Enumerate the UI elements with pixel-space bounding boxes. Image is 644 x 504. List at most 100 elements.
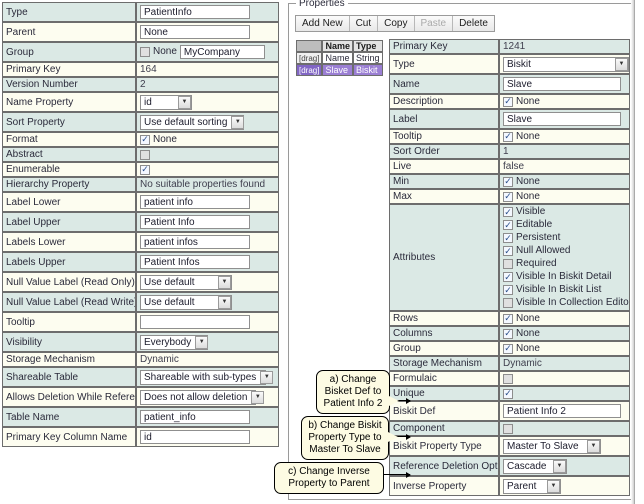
def-label-lower-value-cell[interactable]: patient info	[136, 192, 279, 212]
delete-button[interactable]: Delete	[453, 16, 494, 31]
visible-checkbox[interactable]: ✓	[503, 207, 513, 217]
def-allows-deletion-while-referenced-value-cell[interactable]: Does not allow deletion ▼	[136, 387, 279, 407]
add-new-button[interactable]: Add New	[296, 16, 350, 31]
prop-label-input[interactable]: Slave	[503, 112, 621, 126]
prop-biskit-property-type-select[interactable]: Master To Slave ▼	[503, 438, 601, 454]
def-primary-key-column-name-value-cell[interactable]: id	[136, 427, 279, 447]
chevron-down-icon[interactable]: ▼	[251, 390, 265, 404]
prop-formulaic-checkbox[interactable]	[503, 373, 513, 384]
null-allowed-checkbox[interactable]: ✓	[503, 246, 513, 256]
prop-max-value-cell[interactable]: ✓ None	[499, 189, 630, 204]
def-tooltip-input[interactable]	[140, 315, 250, 329]
prop-component-checkbox[interactable]	[503, 423, 513, 434]
property-list-table[interactable]: Name Type [drag] Name String [drag] Slave Biski…	[296, 40, 383, 76]
chevron-down-icon[interactable]: ▼	[587, 439, 600, 453]
prop-description-value-cell[interactable]: ✓ None	[499, 94, 630, 109]
prop-min-value-cell[interactable]: ✓ None	[499, 174, 630, 189]
property-list-row[interactable]: [drag] Slave Biskit	[296, 64, 383, 76]
def-null-value-label-read-write-value-cell[interactable]: Use default ▼	[136, 292, 279, 312]
def-name-property-value-cell[interactable]: id ▼	[136, 92, 279, 112]
prop-rows-checkbox[interactable]: ✓	[503, 313, 513, 324]
prop-name-value-cell[interactable]: Slave	[499, 74, 630, 94]
def-null-value-label-read-only-select[interactable]: Use default ▼	[140, 274, 232, 290]
def-sort-property-select[interactable]: Use default sorting ▼	[140, 114, 245, 130]
prop-attributes-item[interactable]: ✓ Editable	[503, 219, 626, 231]
prop-inverse-property-value-cell[interactable]: Parent ▼	[499, 476, 630, 496]
def-version-number-value-cell[interactable]: 2	[136, 77, 279, 92]
prop-reference-deletion-option-select[interactable]: Cascade ▼	[503, 458, 567, 474]
prop-attributes-item[interactable]: ✓ Visible	[503, 206, 626, 218]
prop-columns-checkbox[interactable]: ✓	[503, 328, 513, 339]
def-tooltip-value-cell[interactable]	[136, 312, 279, 332]
def-group-checkbox[interactable]	[140, 47, 150, 57]
def-parent-value-cell[interactable]: None	[136, 22, 279, 42]
def-primary-key-column-name-input[interactable]: id	[140, 430, 250, 444]
chevron-down-icon[interactable]: ▼	[195, 335, 209, 349]
cut-button[interactable]: Cut	[349, 16, 379, 31]
prop-attributes-item[interactable]: ✓ Visible In Biskit Detail	[503, 271, 626, 283]
prop-attributes-item[interactable]: ✓ Visible In Biskit List	[503, 284, 626, 296]
def-labels-upper-input[interactable]: Patient Infos	[140, 255, 250, 269]
chevron-down-icon[interactable]: ▼	[553, 459, 566, 473]
drag-handle-icon[interactable]: [drag]	[296, 52, 323, 64]
visible-in-biskit-list-checkbox[interactable]: ✓	[503, 285, 513, 295]
def-hierarchy-property-value-cell[interactable]: No suitable properties found	[136, 177, 279, 192]
prop-attributes-item[interactable]: Visible In Collection Editor	[503, 297, 629, 309]
chevron-down-icon[interactable]: ▼	[260, 370, 274, 384]
prop-inverse-property-select[interactable]: Parent ▼	[503, 478, 561, 494]
def-group-input[interactable]: MyCompany	[179, 45, 265, 59]
def-allows-deletion-while-referenced-select[interactable]: Does not allow deletion ▼	[140, 389, 265, 405]
property-list-cell-type[interactable]: String	[352, 52, 383, 64]
prop-biskit-property-type-value-cell[interactable]: Master To Slave ▼	[499, 436, 630, 456]
prop-biskit-def-value-cell[interactable]: Patient Info 2	[499, 401, 630, 421]
def-primary-key-value-cell[interactable]: 164	[136, 62, 279, 77]
prop-group-checkbox[interactable]: ✓	[503, 343, 513, 354]
visible-in-collection-editor-checkbox[interactable]	[503, 298, 513, 308]
property-list-header-name[interactable]: Name	[322, 40, 353, 52]
def-label-upper-value-cell[interactable]: Patient Info	[136, 212, 279, 232]
prop-component-value-cell[interactable]	[499, 421, 630, 436]
prop-type-value-cell[interactable]: Biskit ▼	[499, 54, 630, 74]
property-list-row[interactable]: [drag] Name String	[296, 52, 383, 64]
prop-formulaic-value-cell[interactable]	[499, 371, 630, 386]
def-label-upper-input[interactable]: Patient Info	[140, 215, 250, 229]
prop-primary-key-value-cell[interactable]: 1241	[499, 39, 630, 54]
def-abstract-value-cell[interactable]	[136, 147, 279, 162]
prop-type-select[interactable]: Biskit ▼	[503, 56, 629, 72]
def-table-name-input[interactable]: patient_info	[140, 410, 250, 424]
def-storage-mechanism-value-cell[interactable]: Dynamic	[136, 352, 279, 367]
def-labels-lower-input[interactable]: patient infos	[140, 235, 250, 249]
prop-sort-order-value-cell[interactable]: 1	[499, 144, 630, 159]
def-enumerable-value-cell[interactable]: ✓	[136, 162, 279, 177]
prop-rows-value-cell[interactable]: ✓ None	[499, 311, 630, 326]
prop-attributes-item[interactable]: ✓ Null Allowed	[503, 245, 626, 257]
def-visibility-value-cell[interactable]: Everybody ▼	[136, 332, 279, 352]
prop-tooltip-value-cell[interactable]: ✓ None	[499, 129, 630, 144]
chevron-down-icon[interactable]: ▼	[615, 57, 628, 71]
prop-live-value-cell[interactable]: false	[499, 159, 630, 174]
prop-biskit-def-input[interactable]: Patient Info 2	[503, 404, 621, 418]
prop-reference-deletion-option-value-cell[interactable]: Cascade ▼	[499, 456, 630, 476]
prop-description-checkbox[interactable]: ✓	[503, 96, 513, 107]
chevron-down-icon[interactable]: ▼	[218, 295, 231, 309]
prop-attributes-value-cell[interactable]: ✓ Visible ✓ Editable ✓ Persistent ✓ Null Allowe…	[499, 204, 630, 311]
property-list-cell-name[interactable]: Slave	[322, 64, 353, 76]
prop-min-checkbox[interactable]: ✓	[503, 176, 513, 187]
chevron-down-icon[interactable]: ▼	[231, 115, 245, 129]
prop-unique-checkbox[interactable]: ✓	[503, 388, 513, 399]
prop-unique-value-cell[interactable]: ✓	[499, 386, 630, 401]
def-format-value-cell[interactable]: ✓ None	[136, 132, 279, 147]
prop-columns-value-cell[interactable]: ✓ None	[499, 326, 630, 341]
prop-storage-mechanism-value-cell[interactable]: Dynamic	[499, 356, 630, 371]
def-labels-lower-value-cell[interactable]: patient infos	[136, 232, 279, 252]
def-type-value-cell[interactable]: PatientInfo	[136, 2, 279, 22]
def-group-value-cell[interactable]: None MyCompany	[136, 42, 279, 62]
def-visibility-select[interactable]: Everybody ▼	[140, 334, 209, 350]
def-type-input[interactable]: PatientInfo	[140, 5, 250, 19]
property-list-cell-type[interactable]: Biskit	[352, 64, 383, 76]
visible-in-biskit-detail-checkbox[interactable]: ✓	[503, 272, 513, 282]
required-checkbox[interactable]	[503, 259, 513, 269]
prop-attributes-item[interactable]: ✓ Persistent	[503, 232, 626, 244]
prop-attributes-item[interactable]: Required	[503, 258, 626, 270]
copy-button[interactable]: Copy	[378, 16, 415, 31]
